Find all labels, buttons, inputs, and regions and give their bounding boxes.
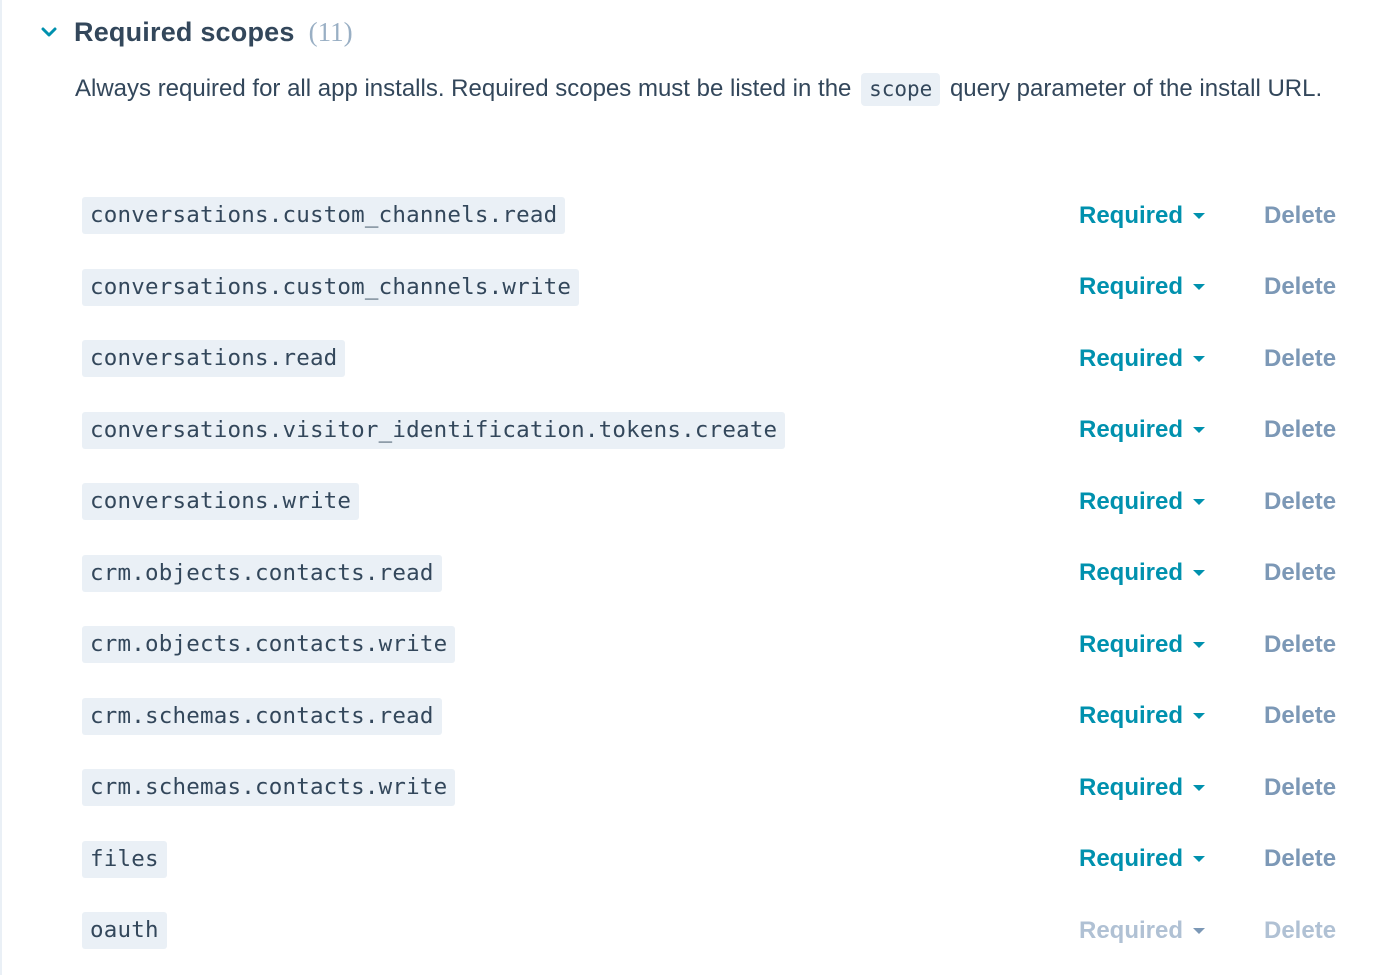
scope-name: crm.objects.contacts.read — [82, 554, 442, 592]
delete-button[interactable]: Delete — [1264, 559, 1336, 587]
scope-row: conversations.read Required Delete — [82, 323, 1352, 395]
delete-button[interactable]: Delete — [1264, 345, 1336, 373]
required-dropdown[interactable]: Required — [1079, 702, 1206, 730]
required-dropdown-label: Required — [1079, 916, 1184, 944]
caret-down-icon — [1193, 284, 1206, 291]
description-text-after: query parameter of the install URL. — [949, 75, 1323, 102]
caret-down-icon — [1193, 784, 1206, 791]
required-dropdown-label: Required — [1079, 630, 1184, 658]
chevron-down-icon[interactable] — [38, 21, 60, 43]
scope-row: crm.objects.contacts.read Required Delet… — [82, 538, 1352, 610]
required-dropdown[interactable]: Required — [1079, 487, 1206, 516]
caret-down-icon — [1193, 355, 1206, 362]
scope-row: crm.objects.contacts.write Required Dele… — [82, 609, 1352, 681]
scope-count: (11) — [308, 16, 353, 47]
required-dropdown[interactable]: Required — [1079, 630, 1206, 659]
caret-down-icon — [1193, 498, 1206, 505]
required-dropdown[interactable]: Required — [1079, 845, 1206, 873]
required-dropdown-label: Required — [1079, 702, 1184, 730]
scope-name: conversations.custom_channels.write — [82, 268, 580, 306]
scope-row: conversations.custom_channels.read Requi… — [82, 180, 1352, 252]
scope-name: conversations.custom_channels.read — [82, 197, 566, 235]
required-dropdown[interactable]: Required — [1079, 416, 1206, 444]
scope-row: oauth Required Delete — [82, 895, 1352, 967]
required-dropdown-label: Required — [1079, 201, 1184, 229]
section-title: Required scopes — [74, 16, 295, 47]
required-dropdown[interactable]: Required — [1079, 916, 1206, 945]
caret-down-icon — [1193, 641, 1206, 648]
delete-button[interactable]: Delete — [1264, 631, 1336, 659]
required-dropdown[interactable]: Required — [1079, 273, 1206, 301]
required-dropdown-label: Required — [1079, 559, 1184, 587]
delete-button[interactable]: Delete — [1264, 917, 1336, 945]
delete-button[interactable]: Delete — [1264, 488, 1336, 516]
section-description: Always required for all app installs. Re… — [75, 67, 1325, 111]
scope-name: oauth — [82, 912, 167, 950]
delete-button[interactable]: Delete — [1264, 273, 1336, 301]
scope-name: conversations.write — [82, 483, 360, 521]
section-header: Required scopes (11) — [38, 12, 353, 52]
scope-row: files Required Delete — [82, 824, 1352, 896]
scope-name: crm.objects.contacts.write — [82, 626, 456, 664]
required-dropdown-label: Required — [1079, 845, 1184, 873]
scope-row: conversations.visitor_identification.tok… — [82, 395, 1352, 467]
caret-down-icon — [1193, 927, 1206, 934]
required-dropdown-label: Required — [1079, 344, 1184, 372]
required-dropdown-label: Required — [1079, 416, 1184, 444]
scope-name: conversations.read — [82, 340, 346, 378]
scope-row: conversations.write Required Delete — [82, 466, 1352, 538]
delete-button[interactable]: Delete — [1264, 845, 1336, 873]
required-dropdown[interactable]: Required — [1079, 559, 1206, 587]
required-dropdown-label: Required — [1079, 487, 1184, 515]
caret-down-icon — [1193, 713, 1206, 720]
delete-button[interactable]: Delete — [1264, 416, 1336, 444]
required-dropdown[interactable]: Required — [1079, 773, 1206, 802]
scope-name: crm.schemas.contacts.write — [82, 769, 456, 807]
scope-param-code: scope — [861, 73, 941, 106]
panel-left-border — [0, 0, 2, 975]
scope-name: files — [82, 840, 167, 878]
delete-button[interactable]: Delete — [1264, 774, 1336, 802]
scope-row: crm.schemas.contacts.write Required Dele… — [82, 752, 1352, 824]
caret-down-icon — [1193, 212, 1206, 219]
delete-button[interactable]: Delete — [1264, 202, 1336, 230]
scope-row: conversations.custom_channels.write Requ… — [82, 252, 1352, 324]
delete-button[interactable]: Delete — [1264, 702, 1336, 730]
required-dropdown[interactable]: Required — [1079, 344, 1206, 373]
scope-name: conversations.visitor_identification.tok… — [82, 411, 786, 449]
required-dropdown-label: Required — [1079, 773, 1184, 801]
caret-down-icon — [1193, 570, 1206, 577]
description-text-before: Always required for all app installs. Re… — [75, 75, 852, 102]
caret-down-icon — [1193, 427, 1206, 434]
scope-list: conversations.custom_channels.read Requi… — [82, 180, 1352, 967]
caret-down-icon — [1193, 856, 1206, 863]
scope-name: crm.schemas.contacts.read — [82, 697, 442, 735]
required-dropdown-label: Required — [1079, 273, 1184, 301]
required-dropdown[interactable]: Required — [1079, 201, 1206, 230]
scope-row: crm.schemas.contacts.read Required Delet… — [82, 681, 1352, 753]
